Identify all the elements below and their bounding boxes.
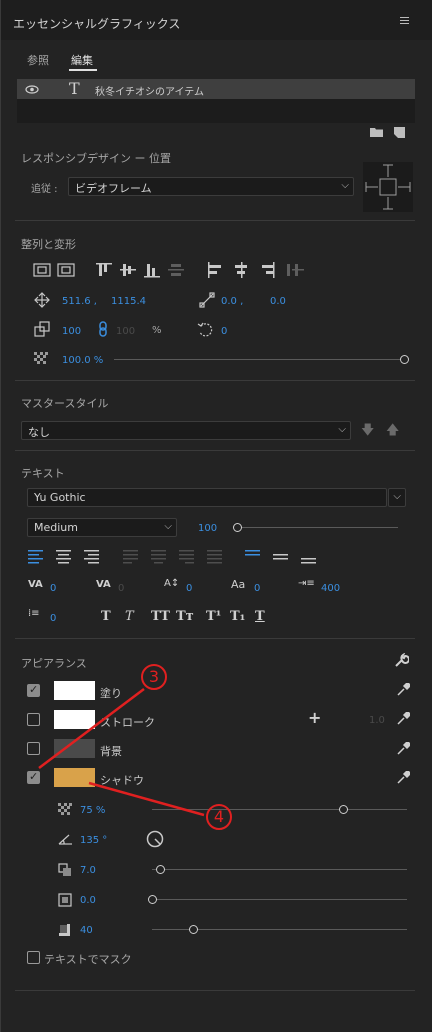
annotation-marker-4: 4 [206,804,232,830]
essential-graphics-panel: エッセンシャルグラフィックス 参照 編集 T 秋冬イチオシのアイテム レスポンシ… [0,0,432,1032]
annotation-lines [38,688,205,817]
annotation-marker-3: 3 [141,664,167,690]
